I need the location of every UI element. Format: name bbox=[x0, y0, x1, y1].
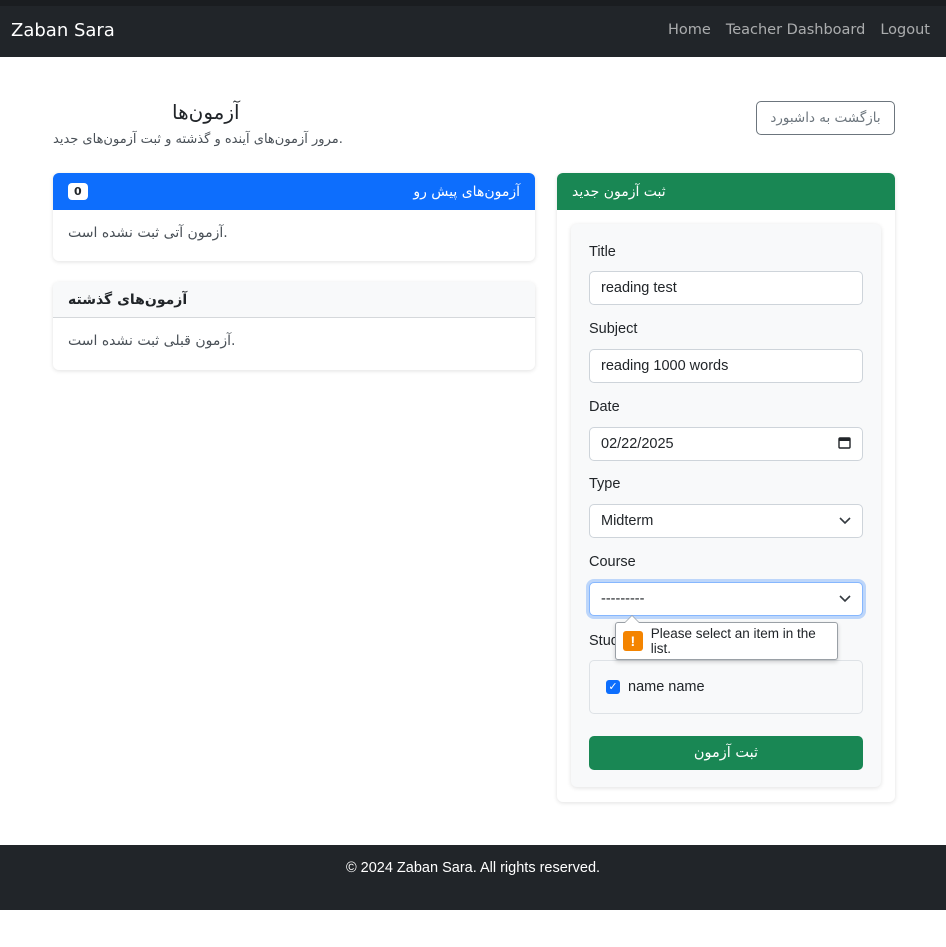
brand-logo[interactable]: Zaban Sara bbox=[11, 20, 115, 41]
upcoming-empty-text: آزمون آتی ثبت نشده است. bbox=[68, 225, 228, 241]
checkbox-checked-icon[interactable]: ✓ bbox=[606, 680, 620, 694]
course-select[interactable]: --------- bbox=[589, 582, 863, 616]
date-input[interactable]: 02/22/2025 bbox=[589, 427, 863, 461]
subject-input-value: reading 1000 words bbox=[601, 358, 729, 374]
chevron-down-icon bbox=[839, 514, 851, 528]
new-exam-card: ثبت آزمون جدید Title reading test Subjec… bbox=[557, 173, 895, 802]
nav-links: Home Teacher Dashboard Logout bbox=[668, 22, 930, 38]
nav-logout[interactable]: Logout bbox=[880, 22, 930, 38]
date-label: Date bbox=[589, 399, 620, 415]
upcoming-count-badge: 0 bbox=[68, 183, 88, 200]
page-subtitle: مرور آزمون‌های آینده و گذشته و ثبت آزمون… bbox=[53, 132, 343, 147]
back-to-dashboard-button[interactable]: بازگشت به داشبورد bbox=[756, 101, 895, 135]
validation-tooltip: ! Please select an item in the list. bbox=[615, 615, 838, 660]
warning-icon: ! bbox=[623, 631, 643, 651]
student-name[interactable]: name name bbox=[628, 679, 705, 695]
footer: © 2024 Zaban Sara. All rights reserved. bbox=[0, 845, 946, 910]
submit-exam-button[interactable]: ثبت آزمون bbox=[589, 736, 863, 770]
validation-message: Please select an item in the list. bbox=[650, 626, 816, 656]
title-label: Title bbox=[589, 244, 616, 260]
past-empty-text: آزمون قبلی ثبت نشده است. bbox=[68, 333, 236, 349]
upcoming-exams-card: 0 آزمون‌های پیش رو آزمون آتی ثبت نشده اس… bbox=[53, 173, 535, 261]
nav-teacher-dashboard[interactable]: Teacher Dashboard bbox=[726, 22, 866, 38]
title-input-value: reading test bbox=[601, 280, 677, 296]
course-select-value: --------- bbox=[601, 591, 645, 607]
nav-home[interactable]: Home bbox=[668, 22, 711, 38]
upcoming-exams-title: آزمون‌های پیش رو bbox=[413, 183, 520, 200]
page-title: آزمون‌ها bbox=[172, 100, 240, 124]
type-select[interactable]: Midterm bbox=[589, 504, 863, 538]
footer-copyright: © 2024 Zaban Sara. All rights reserved. bbox=[345, 860, 601, 876]
past-exams-card: آزمون‌های گذشته آزمون قبلی ثبت نشده است. bbox=[53, 282, 535, 370]
subject-input[interactable]: reading 1000 words bbox=[589, 349, 863, 383]
type-label: Type bbox=[589, 476, 621, 492]
new-exam-title: ثبت آزمون جدید bbox=[557, 173, 895, 210]
course-label: Course bbox=[589, 554, 636, 570]
calendar-icon[interactable] bbox=[838, 436, 851, 452]
type-select-value: Midterm bbox=[601, 513, 654, 529]
upcoming-exams-header: 0 آزمون‌های پیش رو bbox=[53, 173, 535, 210]
new-exam-form: Title reading test Subject reading 1000 … bbox=[571, 224, 881, 787]
title-input[interactable]: reading test bbox=[589, 271, 863, 305]
navbar: Zaban Sara Home Teacher Dashboard Logout bbox=[0, 6, 946, 57]
students-list: ✓ name name bbox=[589, 660, 863, 714]
chevron-down-icon bbox=[839, 592, 851, 606]
past-exams-title: آزمون‌های گذشته bbox=[53, 282, 535, 318]
date-input-value: 02/22/2025 bbox=[601, 436, 674, 452]
subject-label: Subject bbox=[589, 321, 638, 337]
